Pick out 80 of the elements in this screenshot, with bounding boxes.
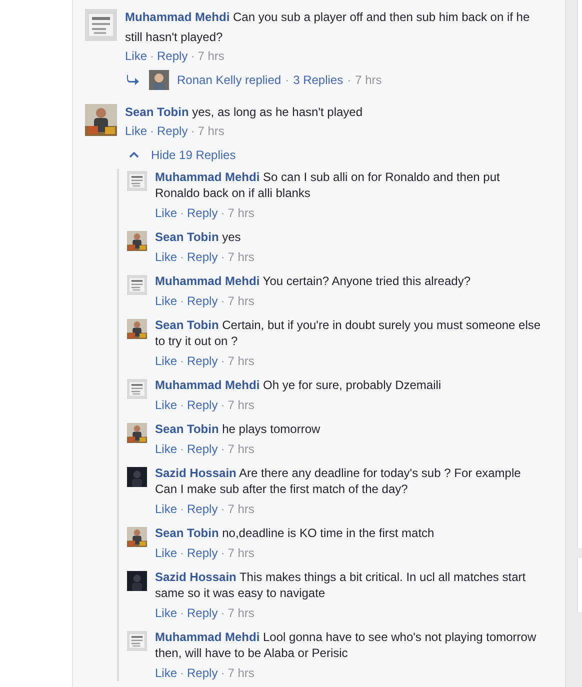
action-link[interactable]: Like bbox=[155, 441, 178, 457]
reply-text: Sazid Hossain This makes things a bit critical. In ucl all matches start same so it was easy to navigate bbox=[155, 569, 527, 601]
reply-arrow-icon bbox=[127, 75, 139, 85]
action-link[interactable]: Like bbox=[155, 249, 178, 265]
separator-dot: · bbox=[220, 545, 225, 561]
separator-dot: · bbox=[190, 48, 195, 65]
action-link[interactable]: Like bbox=[155, 501, 178, 517]
separator-dot: · bbox=[220, 501, 225, 517]
reply-text: Muhammad Mehdi Lool gonna have to see who's not playing tomorrow then, will have to be Alaba or Perisic bbox=[155, 629, 538, 661]
action-link[interactable]: Like bbox=[155, 293, 178, 309]
action-link[interactable]: Like bbox=[155, 605, 178, 621]
separator-dot: · bbox=[285, 73, 290, 87]
action-link[interactable]: Reply bbox=[187, 353, 218, 369]
action-link[interactable]: Reply bbox=[157, 122, 188, 140]
action-link[interactable]: Like bbox=[155, 397, 178, 413]
action-link[interactable]: Like bbox=[155, 205, 178, 221]
reply-text: Sean Tobin no,deadline is KO time in the first match bbox=[155, 525, 436, 541]
reply-text: Muhammad Mehdi So can I sub alli on for Ronaldo and then put Ronaldo back on if alli blanks bbox=[155, 169, 501, 201]
timestamp: 7 hrs bbox=[228, 545, 254, 561]
separator-dot: · bbox=[180, 293, 184, 309]
timestamp: 7 hrs bbox=[228, 605, 254, 621]
timestamp: 7 hrs bbox=[228, 397, 254, 413]
separator-dot: · bbox=[220, 441, 225, 457]
action-link[interactable]: Reply bbox=[187, 665, 218, 681]
separator-dot: · bbox=[190, 123, 195, 140]
caret-up-icon bbox=[129, 152, 139, 158]
action-link[interactable]: Reply bbox=[187, 249, 218, 265]
separator-dot: · bbox=[220, 249, 225, 265]
separator-dot: · bbox=[220, 605, 225, 621]
reply-text: Muhammad Mehdi You certain? Anyone tried this already? bbox=[155, 273, 472, 289]
separator-dot: · bbox=[220, 293, 225, 309]
timestamp: 7 hrs bbox=[198, 48, 224, 65]
action-link[interactable]: Reply bbox=[187, 397, 218, 413]
separator-dot: · bbox=[180, 397, 184, 413]
timestamp: 7 hrs bbox=[228, 249, 254, 265]
hide-replies-link[interactable]: Hide 19 Replies bbox=[125, 146, 541, 164]
action-link[interactable]: Reply bbox=[187, 441, 218, 457]
timestamp: 7 hrs bbox=[228, 665, 254, 681]
action-link[interactable]: Reply bbox=[187, 205, 218, 221]
separator-dot: · bbox=[180, 665, 184, 681]
action-link[interactable]: Like bbox=[155, 353, 178, 369]
timestamp: 7 hrs bbox=[228, 353, 254, 369]
reply-text: Sean Tobin yes bbox=[155, 229, 242, 245]
action-link[interactable]: Reply bbox=[187, 605, 218, 621]
reply-text: Muhammad Mehdi Oh ye for sure, probably Dzemaili bbox=[155, 377, 442, 393]
timestamp: 7 hrs bbox=[228, 293, 254, 309]
action-link[interactable]: Like bbox=[155, 545, 178, 561]
separator-dot: · bbox=[180, 545, 184, 561]
separator-dot: · bbox=[220, 205, 225, 221]
comment-text: Muhammad Mehdi Can you sub a player off and then sub him back on if he still hasn't played? bbox=[125, 9, 531, 46]
reply-text: Sazid Hossain Are there any deadline for today's sub ? For example Can I make sub after the first match of the day? bbox=[155, 465, 522, 497]
comment-text: Sean Tobin yes, as long as he hasn't played bbox=[125, 104, 364, 121]
separator-dot: · bbox=[180, 501, 184, 517]
separator-dot: · bbox=[180, 441, 184, 457]
action-link[interactable]: Reply bbox=[187, 545, 218, 561]
separator-dot: · bbox=[180, 353, 184, 369]
action-link[interactable]: Like bbox=[125, 47, 148, 65]
timestamp: 7 hrs bbox=[228, 501, 254, 517]
replies-link[interactable]: 3 Replies bbox=[293, 73, 344, 87]
action-link[interactable]: Like bbox=[155, 665, 178, 681]
separator-dot: · bbox=[180, 605, 184, 621]
separator-dot: · bbox=[220, 665, 225, 681]
separator-dot: · bbox=[180, 249, 184, 265]
action-link[interactable]: Reply bbox=[187, 501, 218, 517]
timestamp: 7 hrs bbox=[228, 205, 254, 221]
timestamp: 7 hrs bbox=[355, 73, 382, 87]
separator-dot: · bbox=[150, 123, 154, 140]
action-link[interactable]: Reply bbox=[157, 47, 188, 65]
reply-text: Sean Tobin Certain, but if you're in doubt surely you must someone else to try it out on ? bbox=[155, 317, 541, 349]
separator-dot: · bbox=[220, 353, 225, 369]
action-link[interactable]: Like bbox=[125, 122, 148, 140]
timestamp: 7 hrs bbox=[198, 123, 224, 140]
separator-dot: · bbox=[150, 48, 154, 65]
separator-dot: · bbox=[347, 73, 352, 87]
separator-dot: · bbox=[180, 205, 184, 221]
action-link[interactable]: Reply bbox=[187, 293, 218, 309]
reply-text: Sean Tobin he plays tomorrow bbox=[155, 421, 322, 437]
replies-link[interactable]: Ronan Kelly replied bbox=[177, 73, 282, 87]
timestamp: 7 hrs bbox=[228, 441, 254, 457]
separator-dot: · bbox=[220, 397, 225, 413]
